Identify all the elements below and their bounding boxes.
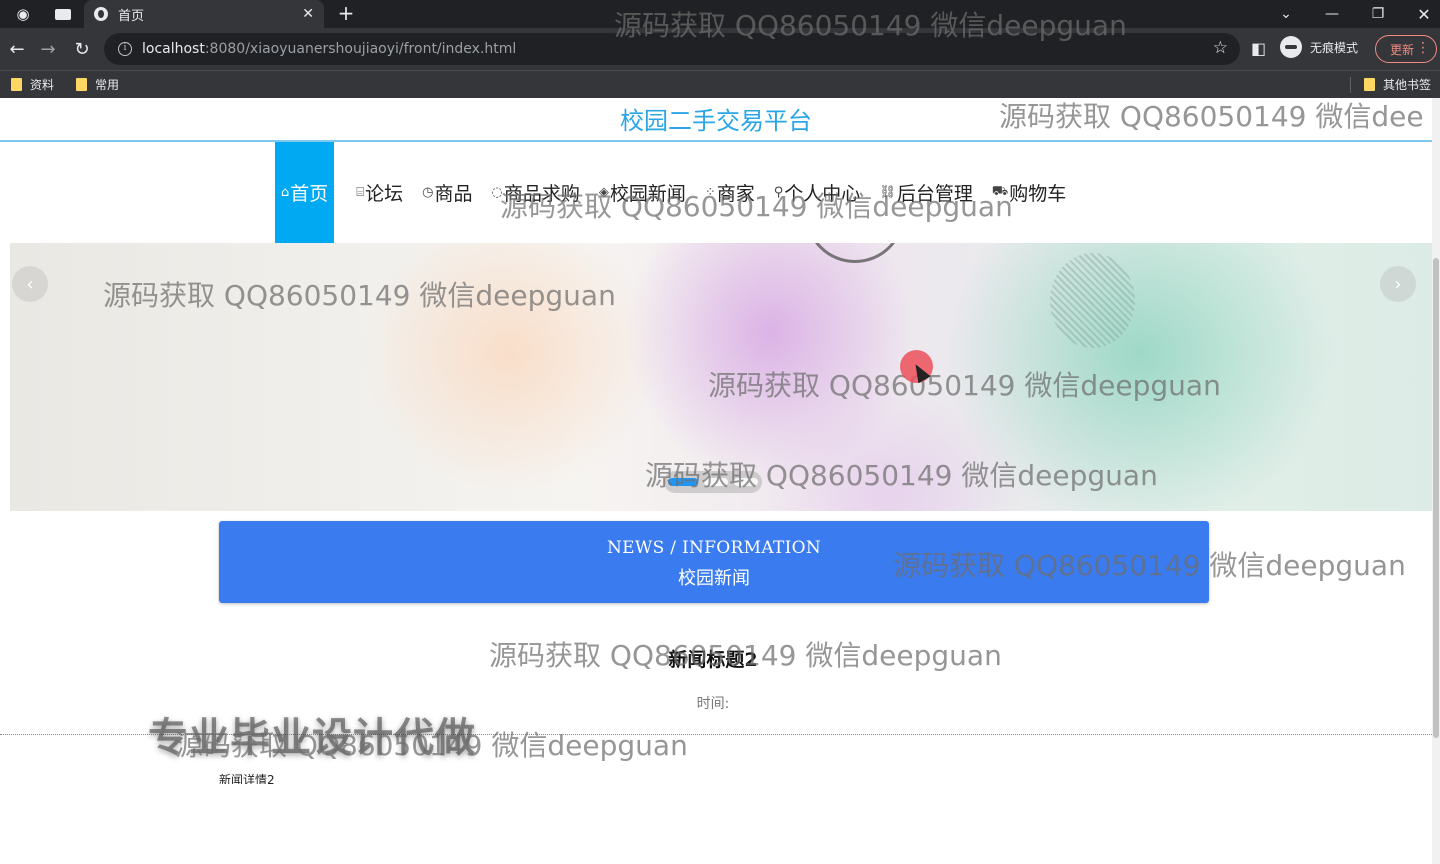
other-bookmarks-label: 其他书签 xyxy=(1383,78,1432,92)
update-label: 更新 xyxy=(1390,42,1415,57)
scrollbar-thumb[interactable] xyxy=(1433,258,1439,738)
banner-decoration xyxy=(805,243,905,263)
nav-label: 后台管理 xyxy=(896,183,973,205)
nav-label: 商品 xyxy=(434,183,473,205)
nav-admin[interactable]: ⛓ 后台管理 xyxy=(879,142,973,243)
home-icon: ⌂ xyxy=(281,185,290,200)
info-icon[interactable]: i xyxy=(118,42,132,56)
news-icon: ◈ xyxy=(598,185,609,200)
folder-icon xyxy=(11,78,22,91)
main-nav: ⌂ 首页 ⌸ 论坛 ◷ 商品 ◌ 商品求购 ◈ 校园新闻 ⁘ 商家 ⚲ 个人中心… xyxy=(275,142,1085,243)
incognito-label: 无痕模式 xyxy=(1310,40,1359,55)
nav-merchant[interactable]: ⁘ 商家 xyxy=(705,142,755,243)
nav-label: 商家 xyxy=(716,183,755,205)
nav-cart[interactable]: ⛟ 购物车 xyxy=(992,142,1066,243)
nav-forum[interactable]: ⌸ 论坛 xyxy=(356,142,403,243)
bookmark-folder[interactable]: 资料 xyxy=(11,76,54,93)
star-icon[interactable]: ☆ xyxy=(1213,38,1228,58)
browser-tab-bar: ◉ 首页 ✕ + ⌄ — ❐ ✕ xyxy=(0,0,1440,28)
close-window-button[interactable]: ✕ xyxy=(1404,0,1440,28)
clock-icon: ◷ xyxy=(422,185,434,200)
minimize-button[interactable]: — xyxy=(1312,0,1352,28)
new-tab-button[interactable]: + xyxy=(336,0,356,28)
bookmarks-bar: 资料 常用 其他书签 xyxy=(0,70,1440,98)
scrollbar[interactable] xyxy=(1432,98,1440,864)
merchant-icon: ⁘ xyxy=(704,185,716,200)
nav-home[interactable]: ⌂ 首页 xyxy=(275,142,335,243)
nav-label: 校园新闻 xyxy=(609,183,686,205)
url-path: :8080/xiaoyuanershoujiaoyi/front/index.h… xyxy=(204,41,517,57)
globe-icon[interactable]: ◉ xyxy=(10,0,36,28)
other-bookmarks[interactable]: 其他书签 xyxy=(1364,76,1431,93)
carousel-dot[interactable] xyxy=(734,478,758,486)
nav-label: 论坛 xyxy=(365,183,404,205)
carousel-next-button[interactable]: › xyxy=(1380,266,1416,302)
bookmark-label: 资料 xyxy=(30,78,55,92)
url-host: localhost xyxy=(142,41,205,57)
web-page: 校园二手交易平台 ⌂ 首页 ⌸ 论坛 ◷ 商品 ◌ 商品求购 ◈ 校园新闻 ⁘ … xyxy=(0,98,1440,864)
address-bar[interactable]: i localhost :8080/xiaoyuanershoujiaoyi/f… xyxy=(104,33,1240,65)
folder-icon xyxy=(76,78,87,91)
incognito-indicator[interactable]: 无痕模式 xyxy=(1280,36,1358,58)
carousel-dot[interactable] xyxy=(704,478,728,486)
bookmark-folder[interactable]: 常用 xyxy=(76,76,119,93)
carousel-dot[interactable] xyxy=(668,478,698,486)
wanted-icon: ◌ xyxy=(491,185,503,200)
carousel-prev-button[interactable]: ‹ xyxy=(12,266,48,302)
browser-toolbar: ← → ↻ i localhost :8080/xiaoyuanershouji… xyxy=(0,28,1440,70)
site-title: 校园二手交易平台 xyxy=(0,98,1432,142)
carousel-indicators xyxy=(664,471,762,493)
news-detail: 新闻详情2 xyxy=(219,773,275,784)
tab-title: 首页 xyxy=(118,8,145,24)
tab-search-icon[interactable] xyxy=(50,0,76,28)
close-icon[interactable]: ✕ xyxy=(302,6,314,22)
news-article-title[interactable]: 新闻标题2 xyxy=(0,645,1426,672)
folder-icon xyxy=(1364,78,1375,91)
nav-wanted[interactable]: ◌ 商品求购 xyxy=(491,142,579,243)
banner-decoration xyxy=(1050,253,1135,348)
nav-label: 购物车 xyxy=(1009,183,1067,205)
link-icon: ⛓ xyxy=(879,185,896,200)
big-watermark: 专业毕业设计代做 xyxy=(148,715,476,761)
browser-tab[interactable]: 首页 ✕ xyxy=(84,0,324,28)
nav-goods[interactable]: ◷ 商品 xyxy=(422,142,472,243)
news-section-header: NEWS / INFORMATION 校园新闻 xyxy=(219,521,1209,603)
nav-profile[interactable]: ⚲ 个人中心 xyxy=(774,142,861,243)
globe-icon xyxy=(94,7,108,21)
divider xyxy=(1350,77,1351,93)
forum-icon: ⌸ xyxy=(356,185,365,200)
nav-label: 商品求购 xyxy=(503,183,580,205)
restore-button[interactable]: ❐ xyxy=(1358,0,1398,28)
sidebar-icon[interactable]: ◧ xyxy=(1251,39,1266,58)
bookmark-label: 常用 xyxy=(95,78,120,92)
update-button[interactable]: 更新 xyxy=(1375,35,1437,63)
reload-button[interactable]: ↻ xyxy=(69,36,95,62)
cart-icon: ⛟ xyxy=(991,184,1009,199)
user-icon: ⚲ xyxy=(773,185,784,200)
incognito-icon xyxy=(1280,36,1302,58)
news-heading-cn: 校园新闻 xyxy=(678,568,750,589)
news-heading-en: NEWS / INFORMATION xyxy=(606,538,822,558)
nav-news[interactable]: ◈ 校园新闻 xyxy=(599,142,686,243)
forward-button[interactable]: → xyxy=(35,36,61,62)
carousel-banner[interactable]: ‹ › xyxy=(10,243,1432,511)
nav-label: 个人中心 xyxy=(784,183,861,205)
chevron-down-icon[interactable]: ⌄ xyxy=(1266,0,1306,28)
back-button[interactable]: ← xyxy=(4,36,30,62)
nav-label: 首页 xyxy=(290,183,329,205)
